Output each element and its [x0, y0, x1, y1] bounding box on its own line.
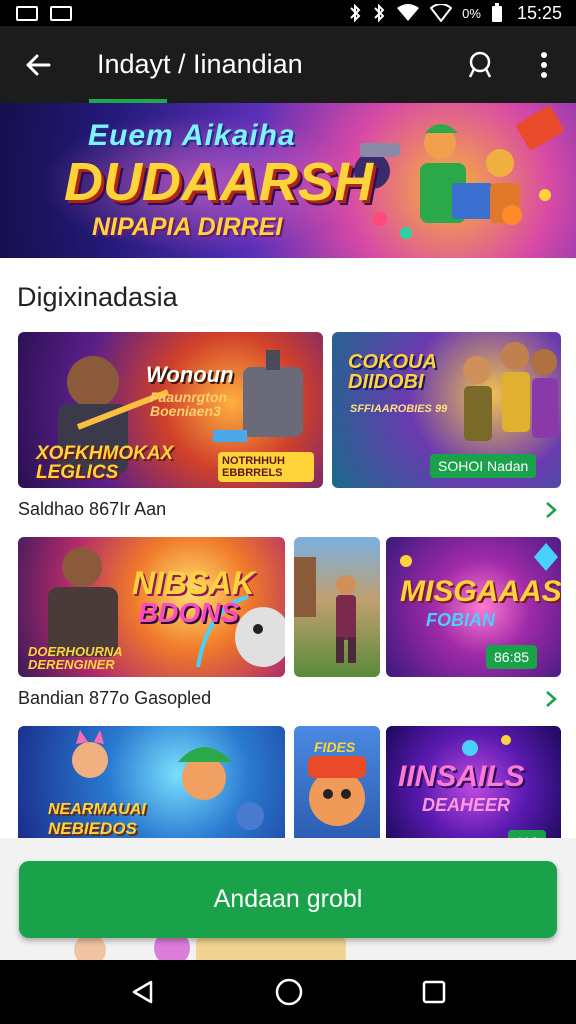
- nav-recents-icon[interactable]: [422, 980, 446, 1004]
- back-arrow-icon: [26, 54, 51, 75]
- status-bar: 0% 15:25: [0, 0, 576, 26]
- tile-caption-mid: DEAHEER: [422, 795, 511, 815]
- tile-caption-top: Wonoun: [146, 362, 234, 387]
- chevron-right-icon[interactable]: [542, 690, 560, 708]
- tile-caption-top: NIBSAK: [132, 565, 255, 601]
- clock: 15:25: [516, 2, 562, 23]
- more-options-button[interactable]: [512, 26, 576, 103]
- hero-line2: DUDAARSH: [64, 152, 373, 212]
- battery-icon: [491, 3, 502, 22]
- game-tile[interactable]: NEARMAUAI NEBIEDOS: [18, 726, 285, 846]
- nav-back-icon[interactable]: [130, 979, 156, 1005]
- more-vert-icon: [541, 51, 547, 78]
- game-tile[interactable]: [294, 537, 380, 677]
- bluetooth-icon: [350, 4, 361, 22]
- search-icon: [468, 51, 492, 78]
- tile-badge: NOTRHHUH EBBRRELS: [218, 452, 314, 482]
- wifi-icon: [397, 4, 420, 21]
- screen: 0% 15:25 Indayt / Iinandian Euem Aikaiha…: [0, 0, 576, 1024]
- game-tile[interactable]: COKOUA DIIDOBI SFFIAAROBIES 99 SOHOI Nad…: [332, 332, 561, 488]
- hero-line1: Euem Aikaiha: [88, 119, 296, 152]
- tile-tag: SOHOI Nadan: [430, 454, 537, 478]
- bluetooth-icon: [374, 4, 385, 22]
- tile-caption-bottom: XOFKHMOKAX LEGLICS: [36, 443, 174, 483]
- back-button[interactable]: [0, 26, 76, 103]
- tile-caption-mid: Faaunrgton Boeniaen3: [150, 389, 227, 419]
- tile-caption-mid: SFFIAAROBIES 99: [350, 403, 448, 415]
- hero-banner[interactable]: Euem Aikaiha DUDAARSH NIPAPIA DIRREI: [0, 103, 576, 258]
- page-title: Indayt / Iinandian: [97, 49, 303, 79]
- search-button[interactable]: [448, 26, 512, 103]
- game-tile[interactable]: NIBSAK BDONS DOERHOURNA DERENGINER: [18, 537, 285, 677]
- game-tile[interactable]: FIDES: [294, 726, 380, 846]
- tile-caption-mid: FOBIAN: [426, 610, 495, 630]
- notification-icon: [50, 5, 72, 21]
- row-label: Saldhao 867Ir Aan: [18, 499, 167, 519]
- tile-caption-bottom: DOERHOURNA DERENGINER: [28, 644, 123, 672]
- row-label: Bandian 877o Gasopled: [18, 688, 212, 708]
- nav-home-icon[interactable]: [275, 978, 303, 1006]
- tile-caption-mid: NEBIEDOS: [48, 819, 137, 838]
- tile-caption-top: MISGAAAS: [400, 575, 561, 608]
- hero-line3: NIPAPIA DIRREI: [92, 213, 283, 241]
- game-tile[interactable]: MISGAAAS FOBIAN 86:85: [386, 537, 561, 677]
- app-bar: Indayt / Iinandian: [0, 26, 576, 103]
- wifi-icon: [430, 4, 453, 22]
- chevron-right-icon[interactable]: [542, 501, 560, 519]
- tile-caption-mid: BDONS: [138, 597, 240, 628]
- tile-tag: 86:85: [486, 645, 538, 669]
- tile-art: [294, 557, 356, 663]
- tile-caption-top: NEARMAUAI: [48, 801, 146, 818]
- section-title: Digixinadasia: [17, 282, 178, 312]
- notification-icon: [16, 5, 38, 21]
- tile-caption-top: FIDES: [314, 739, 356, 755]
- tile-caption-top: IINSAILS: [398, 760, 525, 793]
- game-tile[interactable]: IINSAILS DEAHEER 112: [386, 726, 561, 846]
- battery-percent: 0%: [462, 5, 481, 21]
- tile-caption-top: COKOUA DIIDOBI: [348, 351, 437, 393]
- primary-action-button[interactable]: Andaan grobl: [19, 861, 557, 938]
- game-tile[interactable]: Wonoun Faaunrgton Boeniaen3 XOFKHMOKAX L…: [18, 332, 323, 488]
- system-nav-bar: [0, 960, 576, 1024]
